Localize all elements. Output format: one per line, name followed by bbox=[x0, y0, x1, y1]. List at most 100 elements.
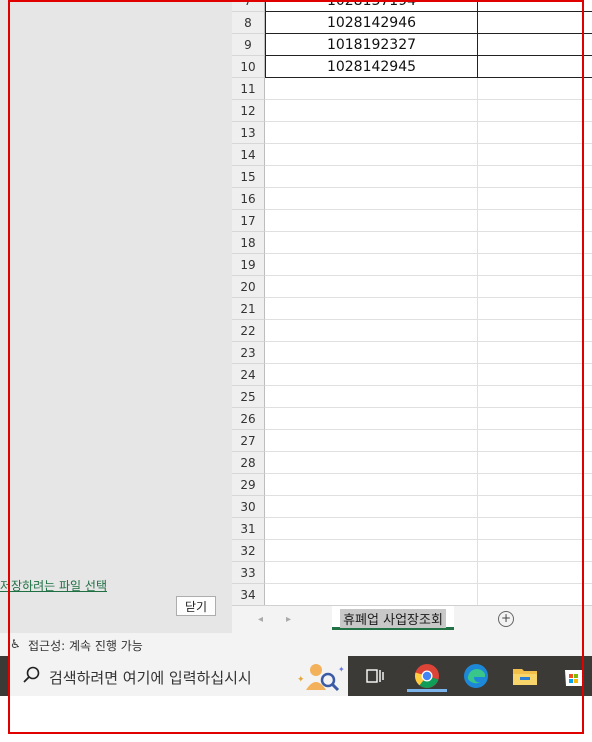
row-header[interactable]: 10 bbox=[232, 56, 265, 78]
cell-a[interactable]: 1028137194 bbox=[265, 0, 478, 12]
row-header[interactable]: 19 bbox=[232, 254, 265, 276]
accessibility-status[interactable]: 접근성: 계속 진행 가능 bbox=[28, 637, 143, 654]
cell-a[interactable] bbox=[265, 144, 478, 166]
row-header[interactable]: 12 bbox=[232, 100, 265, 122]
cell-a[interactable] bbox=[265, 100, 478, 122]
cell-b[interactable] bbox=[478, 56, 592, 78]
add-sheet-icon[interactable]: + bbox=[498, 611, 514, 627]
close-button[interactable]: 닫기 bbox=[176, 596, 216, 616]
cell-b[interactable] bbox=[478, 584, 592, 605]
row-header[interactable]: 32 bbox=[232, 540, 265, 562]
cell-a[interactable] bbox=[265, 518, 478, 540]
cell-b[interactable] bbox=[478, 430, 592, 452]
cell-b[interactable] bbox=[478, 232, 592, 254]
cell-b[interactable] bbox=[478, 518, 592, 540]
cell-a[interactable]: 1028142946 bbox=[265, 12, 478, 34]
cell-b[interactable] bbox=[478, 78, 592, 100]
row-header[interactable]: 31 bbox=[232, 518, 265, 540]
cell-b[interactable] bbox=[478, 34, 592, 56]
edge-icon[interactable] bbox=[460, 660, 492, 692]
row-header[interactable]: 23 bbox=[232, 342, 265, 364]
sheet-prev-arrow-icon[interactable]: ◂ bbox=[258, 614, 263, 625]
cell-a[interactable] bbox=[265, 562, 478, 584]
cell-a[interactable] bbox=[265, 408, 478, 430]
cell-b[interactable] bbox=[478, 496, 592, 518]
cell-a[interactable] bbox=[265, 232, 478, 254]
cell-b[interactable] bbox=[478, 540, 592, 562]
taskbar-search-box[interactable]: 검색하려면 여기에 입력하십시시 ✦ ✦ bbox=[8, 656, 348, 696]
cell-a[interactable] bbox=[265, 210, 478, 232]
sheet-next-arrow-icon[interactable]: ▸ bbox=[286, 614, 291, 625]
cell-a[interactable] bbox=[265, 540, 478, 562]
row-header[interactable]: 11 bbox=[232, 78, 265, 100]
cell-a[interactable] bbox=[265, 496, 478, 518]
row-header[interactable]: 27 bbox=[232, 430, 265, 452]
cell-b[interactable] bbox=[478, 276, 592, 298]
cell-a[interactable] bbox=[265, 386, 478, 408]
cell-b[interactable] bbox=[478, 452, 592, 474]
select-file-to-save-link[interactable]: 저장하려는 파일 선택 bbox=[0, 577, 107, 594]
file-explorer-icon[interactable] bbox=[509, 660, 541, 692]
cell-b[interactable] bbox=[478, 298, 592, 320]
cell-a[interactable]: 1018192327 bbox=[265, 34, 478, 56]
cell-a[interactable] bbox=[265, 342, 478, 364]
sheet-tab-active[interactable]: 휴폐업 사업장조회 bbox=[332, 606, 454, 630]
cell-a[interactable] bbox=[265, 584, 478, 605]
row-header[interactable]: 9 bbox=[232, 34, 265, 56]
cell-b[interactable] bbox=[478, 562, 592, 584]
cell-a[interactable] bbox=[265, 298, 478, 320]
spreadsheet-grid[interactable]: 7 1028137194 8 1028142946 9 1018192327 10 10281… bbox=[232, 0, 592, 605]
cell-a[interactable] bbox=[265, 364, 478, 386]
row-header[interactable]: 33 bbox=[232, 562, 265, 584]
row-header[interactable]: 14 bbox=[232, 144, 265, 166]
cell-a[interactable] bbox=[265, 474, 478, 496]
cell-b[interactable] bbox=[478, 210, 592, 232]
cell-a[interactable] bbox=[265, 320, 478, 342]
row-header[interactable]: 8 bbox=[232, 12, 265, 34]
cell-b[interactable] bbox=[478, 166, 592, 188]
cell-b[interactable] bbox=[478, 188, 592, 210]
row-header[interactable]: 26 bbox=[232, 408, 265, 430]
row-header[interactable]: 18 bbox=[232, 232, 265, 254]
store-icon[interactable] bbox=[558, 660, 590, 692]
row-header[interactable]: 21 bbox=[232, 298, 265, 320]
cell-b[interactable] bbox=[478, 408, 592, 430]
row-header[interactable]: 24 bbox=[232, 364, 265, 386]
cell-b[interactable] bbox=[478, 320, 592, 342]
cell-b[interactable] bbox=[478, 12, 592, 34]
row-header[interactable]: 29 bbox=[232, 474, 265, 496]
chrome-icon[interactable] bbox=[407, 660, 447, 692]
cell-b[interactable] bbox=[478, 122, 592, 144]
cell-a[interactable] bbox=[265, 78, 478, 100]
cell-b[interactable] bbox=[478, 100, 592, 122]
cell-b[interactable] bbox=[478, 342, 592, 364]
row-header[interactable]: 25 bbox=[232, 386, 265, 408]
cell-b[interactable] bbox=[478, 254, 592, 276]
cell-a[interactable] bbox=[265, 166, 478, 188]
cell-a[interactable] bbox=[265, 188, 478, 210]
cell-b[interactable] bbox=[478, 364, 592, 386]
cell-b[interactable] bbox=[478, 386, 592, 408]
row-header[interactable]: 7 bbox=[232, 0, 265, 12]
row-header[interactable]: 28 bbox=[232, 452, 265, 474]
cell-a[interactable]: 1028142945 bbox=[265, 56, 478, 78]
row-header[interactable]: 30 bbox=[232, 496, 265, 518]
cell-a[interactable] bbox=[265, 452, 478, 474]
search-highlight-icon: ✦ ✦ bbox=[297, 664, 345, 692]
cell-b[interactable] bbox=[478, 474, 592, 496]
cell-a[interactable] bbox=[265, 254, 478, 276]
row-header[interactable]: 22 bbox=[232, 320, 265, 342]
row-header[interactable]: 34 bbox=[232, 584, 265, 605]
row-header[interactable]: 17 bbox=[232, 210, 265, 232]
task-view-icon[interactable] bbox=[359, 660, 391, 692]
row-header[interactable]: 20 bbox=[232, 276, 265, 298]
cell-a[interactable] bbox=[265, 122, 478, 144]
row-header[interactable]: 13 bbox=[232, 122, 265, 144]
accessibility-icon[interactable]: ♿ bbox=[10, 637, 21, 651]
cell-b[interactable] bbox=[478, 0, 592, 12]
row-header[interactable]: 16 bbox=[232, 188, 265, 210]
cell-a[interactable] bbox=[265, 430, 478, 452]
cell-b[interactable] bbox=[478, 144, 592, 166]
row-header[interactable]: 15 bbox=[232, 166, 265, 188]
cell-a[interactable] bbox=[265, 276, 478, 298]
